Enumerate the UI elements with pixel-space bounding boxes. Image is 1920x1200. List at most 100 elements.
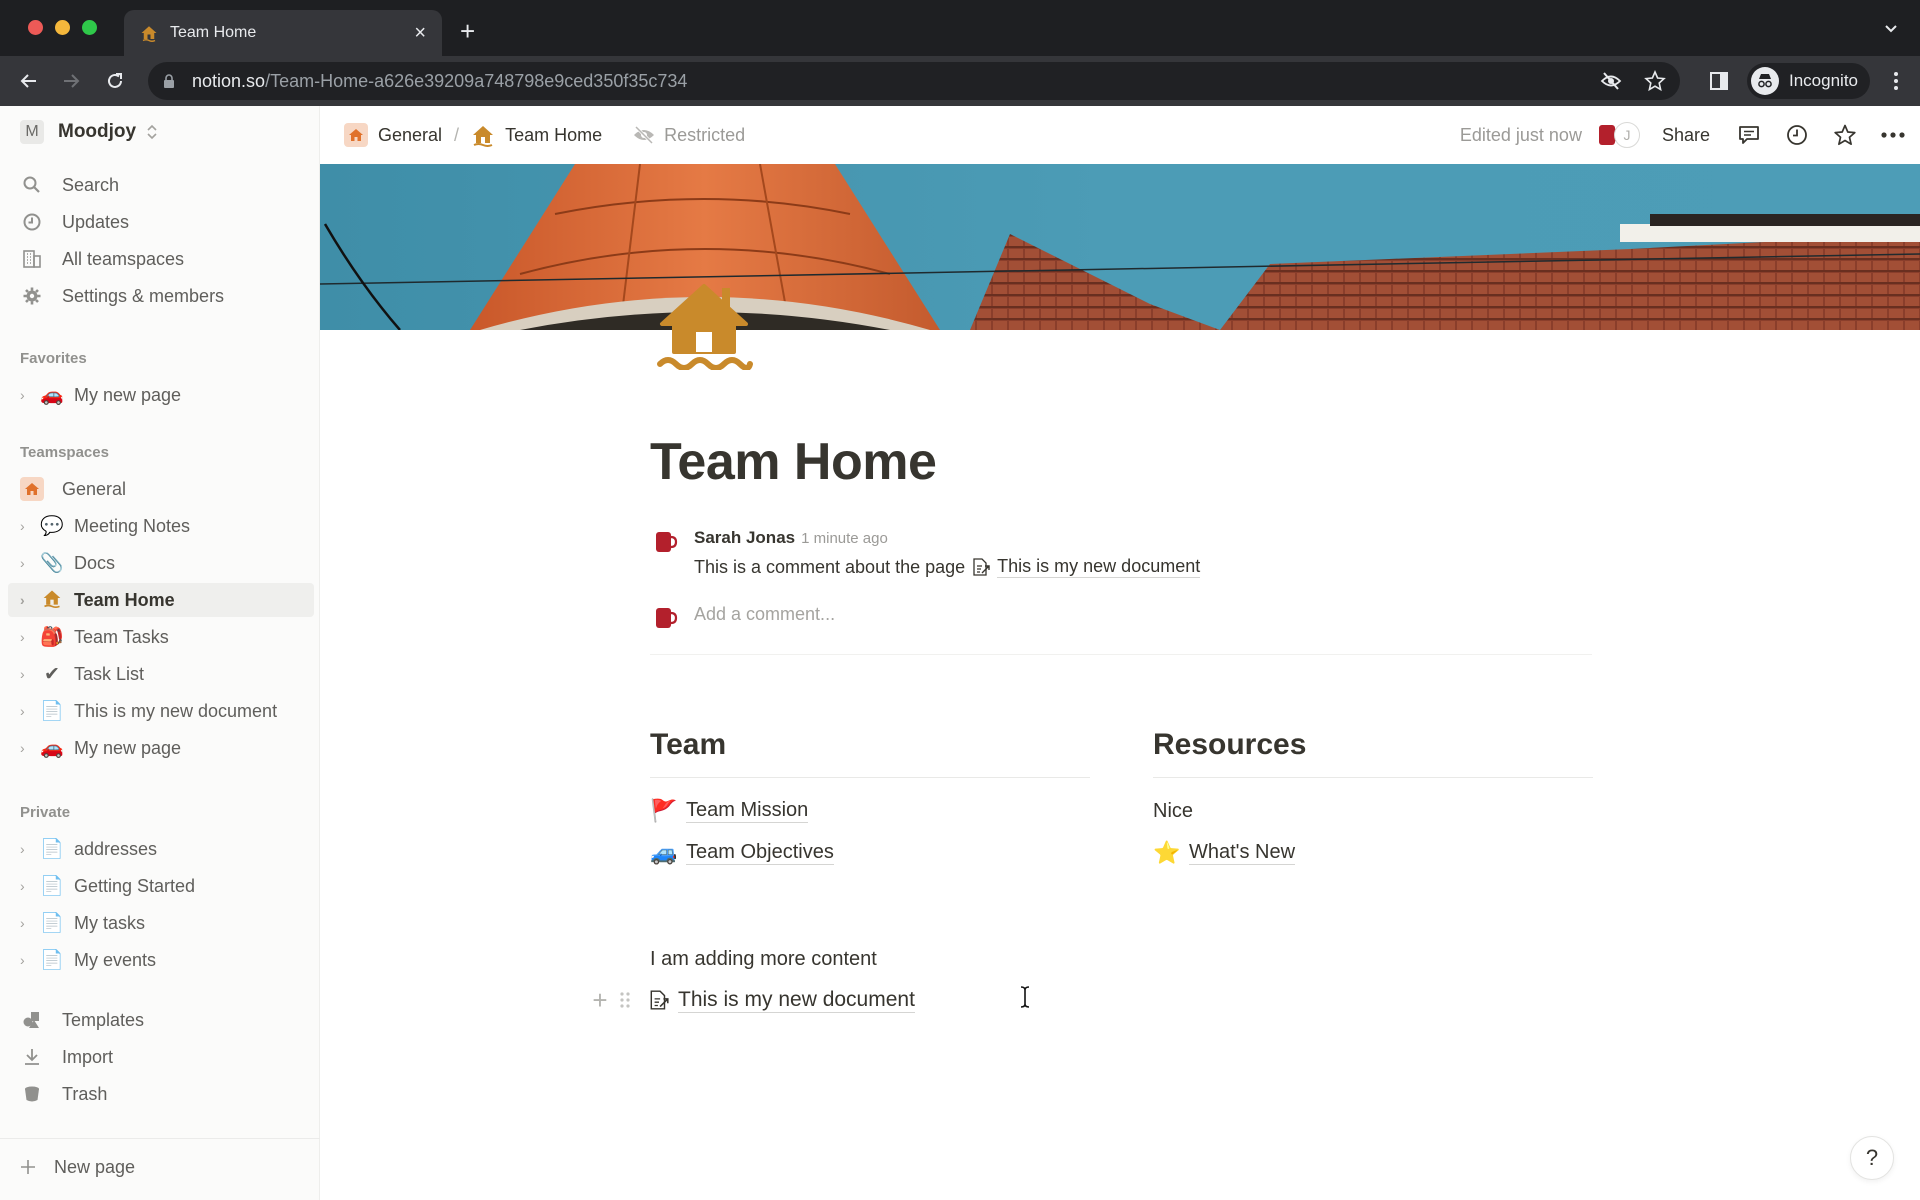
sidebar-item-trash[interactable]: Trash xyxy=(8,1077,314,1111)
house-icon xyxy=(344,123,368,147)
back-button[interactable] xyxy=(16,68,42,94)
workspace-switcher[interactable]: M Moodjoy xyxy=(20,120,158,144)
new-page-button[interactable]: New page xyxy=(4,1150,310,1184)
browser-menu-button[interactable] xyxy=(1886,69,1906,93)
tab-title: Team Home xyxy=(170,24,257,41)
chevron-right-icon[interactable]: › xyxy=(20,841,34,857)
chevron-right-icon[interactable]: › xyxy=(20,740,34,756)
add-comment-input[interactable]: Add a comment... xyxy=(694,604,835,625)
restricted-badge[interactable]: Restricted xyxy=(632,125,745,146)
team-column: Team 🚩 Team Mission 🚙 Team Objectives xyxy=(650,726,1090,874)
sidebar-item-import[interactable]: Import xyxy=(8,1040,314,1074)
page-link-block[interactable]: + This is my new document xyxy=(588,980,915,1020)
close-tab-icon[interactable]: × xyxy=(414,23,426,43)
sidebar-item-all-teamspaces[interactable]: All teamspaces xyxy=(8,242,314,276)
teamspaces-heading: Teamspaces xyxy=(20,444,109,461)
sidebar-page-team-home[interactable]: › Team Home xyxy=(8,583,314,617)
sidebar-page-new-document[interactable]: › 📄 This is my new document xyxy=(8,694,314,728)
collaborators[interactable]: J xyxy=(1596,122,1640,148)
page-cover[interactable] xyxy=(320,164,1920,330)
building-icon xyxy=(20,247,44,271)
sidebar-item-label: Team Tasks xyxy=(74,626,169,647)
comment-body: This is a comment about the page This is… xyxy=(694,556,1201,578)
sidebar-page-my-new-page[interactable]: › 🚗 My new page xyxy=(8,731,314,765)
sidebar-page-addresses[interactable]: › 📄 addresses xyxy=(8,832,314,866)
minimize-window-button[interactable] xyxy=(55,20,70,35)
breadcrumb-general[interactable]: General xyxy=(344,123,442,147)
team-objectives-link[interactable]: Team Objectives xyxy=(686,841,834,865)
sidebar-page-meeting-notes[interactable]: › 💬 Meeting Notes xyxy=(8,509,314,543)
reload-button[interactable] xyxy=(102,68,128,94)
chevron-down-icon[interactable] xyxy=(1884,22,1898,36)
sidebar-item-search[interactable]: Search xyxy=(8,168,314,202)
sidebar-item-templates[interactable]: Templates xyxy=(8,1003,314,1037)
breadcrumb-team-home[interactable]: Team Home xyxy=(471,123,602,147)
sidebar-page-docs[interactable]: › 📎 Docs xyxy=(8,546,314,580)
address-bar[interactable]: notion.so/Team-Home-a626e39209a748798e9c… xyxy=(148,62,1680,100)
speech-bubble-icon: 💬 xyxy=(40,515,64,537)
resources-column: Resources Nice ⭐ What's New xyxy=(1153,726,1593,874)
sidebar-page-my-events[interactable]: › 📄 My events xyxy=(8,943,314,977)
chevron-right-icon[interactable]: › xyxy=(20,703,34,719)
drag-handle-icon[interactable] xyxy=(618,990,632,1010)
maximize-window-button[interactable] xyxy=(82,20,97,35)
add-block-icon[interactable]: + xyxy=(588,985,612,1016)
team-heading: Team xyxy=(650,726,1090,778)
more-options-button[interactable] xyxy=(1880,122,1906,148)
side-panel-icon[interactable] xyxy=(1709,71,1729,91)
forward-button[interactable] xyxy=(58,68,84,94)
team-mission-item[interactable]: 🚩 Team Mission xyxy=(650,790,1090,832)
team-objectives-item[interactable]: 🚙 Team Objectives xyxy=(650,832,1090,874)
comments-button[interactable] xyxy=(1736,122,1762,148)
document-link-icon xyxy=(650,990,669,1010)
team-mission-link[interactable]: Team Mission xyxy=(686,799,809,823)
chevron-right-icon[interactable]: › xyxy=(20,878,34,894)
whats-new-link[interactable]: What's New xyxy=(1189,841,1296,865)
sidebar-item-settings[interactable]: Settings & members xyxy=(8,279,314,313)
share-button[interactable]: Share xyxy=(1662,125,1710,146)
sidebar-item-label: All teamspaces xyxy=(62,248,185,269)
close-window-button[interactable] xyxy=(28,20,43,35)
whats-new-item[interactable]: ⭐ What's New xyxy=(1153,832,1593,874)
resources-text-item[interactable]: Nice xyxy=(1153,790,1593,832)
breadcrumb-separator: / xyxy=(454,124,460,145)
eye-off-icon[interactable] xyxy=(1600,70,1622,92)
sidebar-item-updates[interactable]: Updates xyxy=(8,205,314,239)
help-button[interactable]: ? xyxy=(1850,1136,1894,1180)
document-icon: 📄 xyxy=(40,949,64,971)
tab-strip: Team Home × + xyxy=(0,0,1920,56)
bookmark-star-icon[interactable] xyxy=(1644,70,1666,92)
history-button[interactable] xyxy=(1784,122,1810,148)
house-icon xyxy=(20,477,44,501)
sidebar-page-team-tasks[interactable]: › 🎒 Team Tasks xyxy=(8,620,314,654)
page-icon-house[interactable] xyxy=(654,280,754,370)
chevron-right-icon[interactable]: › xyxy=(20,555,34,571)
sidebar-page-my-new-page-fav[interactable]: › 🚗 My new page xyxy=(8,378,314,412)
plus-icon xyxy=(16,1155,40,1179)
sidebar-page-task-list[interactable]: › ✔ Task List xyxy=(8,657,314,691)
new-tab-button[interactable]: + xyxy=(460,18,475,44)
chevron-right-icon[interactable]: › xyxy=(20,629,34,645)
private-heading: Private xyxy=(20,804,71,821)
new-document-link[interactable]: This is my new document xyxy=(678,988,915,1013)
text-cursor-icon xyxy=(1020,986,1030,1008)
chevron-right-icon[interactable]: › xyxy=(20,952,34,968)
sidebar-page-my-tasks[interactable]: › 📄 My tasks xyxy=(8,906,314,940)
browser-tab[interactable]: Team Home × xyxy=(124,10,442,56)
sidebar-item-label: My events xyxy=(74,949,157,970)
favorite-button[interactable] xyxy=(1832,122,1858,148)
page-title[interactable]: Team Home xyxy=(650,432,937,492)
sidebar-item-label: Settings & members xyxy=(62,285,225,306)
text-block[interactable]: I am adding more content xyxy=(650,948,877,971)
profile-button[interactable]: Incognito xyxy=(1747,63,1870,99)
chevron-right-icon[interactable]: › xyxy=(20,387,34,403)
sidebar-teamspace-general[interactable]: General xyxy=(8,472,314,506)
sidebar-page-getting-started[interactable]: › 📄 Getting Started xyxy=(8,869,314,903)
chevron-right-icon[interactable]: › xyxy=(20,915,34,931)
chevron-right-icon[interactable]: › xyxy=(20,666,34,682)
arrow-left-icon xyxy=(20,74,36,88)
chevron-right-icon[interactable]: › xyxy=(20,592,34,608)
comment-mention-link[interactable]: This is my new document xyxy=(997,556,1201,578)
chevron-right-icon[interactable]: › xyxy=(20,518,34,534)
car-icon: 🚗 xyxy=(40,737,64,759)
